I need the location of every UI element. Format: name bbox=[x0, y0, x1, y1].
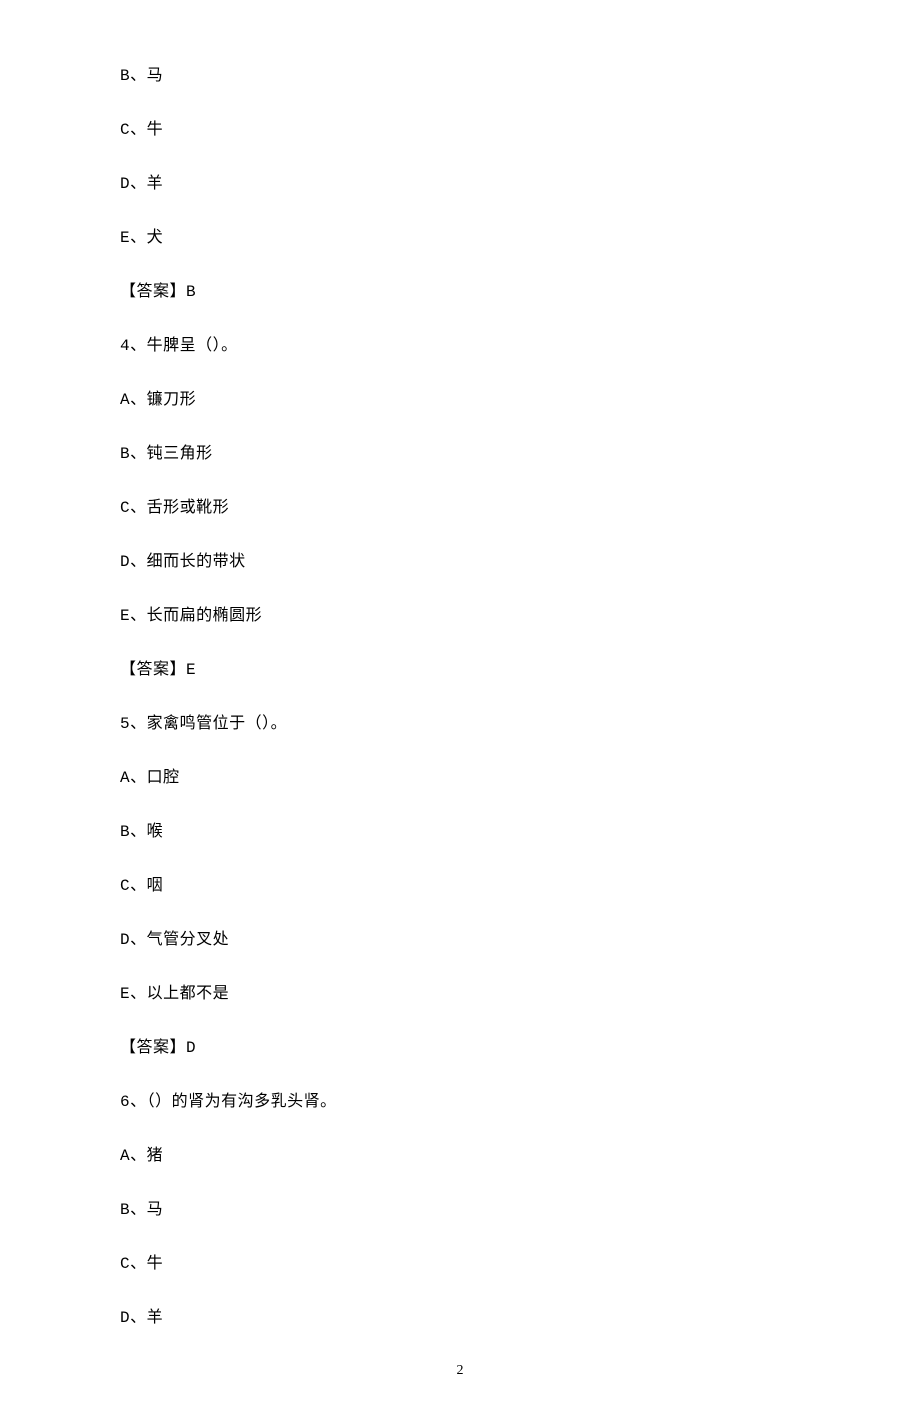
option-a: A、猪 bbox=[120, 1144, 800, 1168]
question-5: 5、家禽鸣管位于（）。 bbox=[120, 712, 800, 736]
option-b: B、钝三角形 bbox=[120, 442, 800, 466]
question-4: 4、牛脾呈（）。 bbox=[120, 334, 800, 358]
question-6: 6、（）的肾为有沟多乳头肾。 bbox=[120, 1090, 800, 1114]
option-a: A、镰刀形 bbox=[120, 388, 800, 412]
option-b: B、马 bbox=[120, 1198, 800, 1222]
option-c: C、牛 bbox=[120, 118, 800, 142]
option-d: D、细而长的带状 bbox=[120, 550, 800, 574]
option-c: C、咽 bbox=[120, 874, 800, 898]
option-e: E、长而扁的椭圆形 bbox=[120, 604, 800, 628]
option-e: E、以上都不是 bbox=[120, 982, 800, 1006]
option-c: C、舌形或靴形 bbox=[120, 496, 800, 520]
page-number: 2 bbox=[120, 1360, 800, 1381]
option-a: A、口腔 bbox=[120, 766, 800, 790]
option-b: B、马 bbox=[120, 64, 800, 88]
answer-line: 【答案】D bbox=[120, 1036, 800, 1060]
option-e: E、犬 bbox=[120, 226, 800, 250]
answer-line: 【答案】E bbox=[120, 658, 800, 682]
option-b: B、喉 bbox=[120, 820, 800, 844]
option-d: D、羊 bbox=[120, 172, 800, 196]
option-d: D、气管分叉处 bbox=[120, 928, 800, 952]
document-page: B、马 C、牛 D、羊 E、犬 【答案】B 4、牛脾呈（）。 A、镰刀形 B、钝… bbox=[0, 0, 920, 1411]
option-c: C、牛 bbox=[120, 1252, 800, 1276]
option-d: D、羊 bbox=[120, 1306, 800, 1330]
answer-line: 【答案】B bbox=[120, 280, 800, 304]
